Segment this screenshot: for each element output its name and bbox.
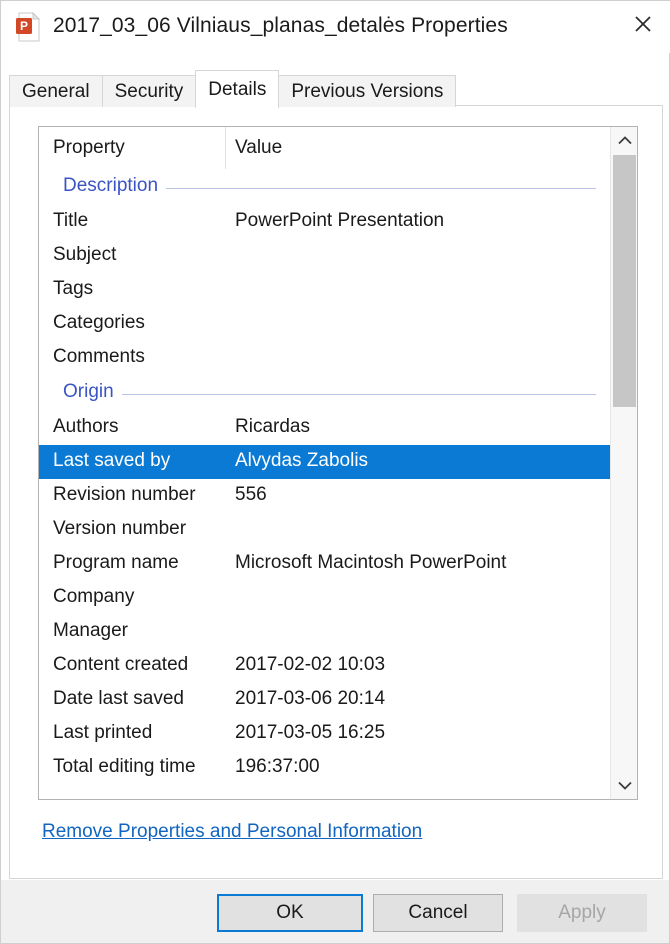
section-label: Origin [63, 381, 122, 403]
property-list-header: Property Value [39, 127, 610, 170]
table-row[interactable]: Manager [39, 615, 610, 649]
powerpoint-file-icon: P [15, 11, 43, 42]
property-name: Total editing time [53, 756, 196, 777]
tab-label: Security [114, 80, 184, 102]
remove-properties-link[interactable]: Remove Properties and Personal Informati… [42, 821, 422, 843]
ok-button[interactable]: OK [217, 894, 363, 932]
property-name: Content created [53, 654, 189, 675]
close-button[interactable] [615, 1, 670, 47]
apply-button: Apply [517, 894, 647, 932]
table-row-selected[interactable]: Last saved by Alvydas Zabolis [39, 445, 610, 479]
close-icon [635, 16, 651, 32]
property-name: Title [53, 210, 89, 231]
column-header-value: Value [235, 137, 283, 158]
title-bar: P 2017_03_06 Vilniaus_planas_detalės Pro… [1, 1, 670, 53]
table-row[interactable]: Title PowerPoint Presentation [39, 205, 610, 239]
table-row[interactable]: Authors Ricardas [39, 411, 610, 445]
vertical-scrollbar[interactable] [610, 127, 637, 799]
property-name: Subject [53, 244, 117, 265]
column-header-property: Property [53, 137, 125, 158]
property-name: Comments [53, 346, 145, 367]
section-label: Description [63, 175, 167, 197]
scrollbar-thumb[interactable] [613, 155, 636, 407]
property-name: Authors [53, 416, 119, 437]
ok-label: OK [276, 902, 304, 923]
section-rule [63, 394, 596, 395]
apply-label: Apply [558, 902, 606, 923]
section-header-origin: Origin [39, 375, 610, 411]
table-row[interactable]: Comments [39, 341, 610, 375]
property-value: 2017-03-05 16:25 [235, 722, 386, 743]
property-name: Tags [53, 278, 94, 299]
tab-label: General [22, 80, 90, 102]
table-row[interactable]: Tags [39, 273, 610, 307]
tab-previous-versions[interactable]: Previous Versions [278, 75, 457, 107]
property-value: Microsoft Macintosh PowerPoint [235, 552, 507, 573]
table-row[interactable]: Revision number 556 [39, 479, 610, 513]
property-value: 2017-02-02 10:03 [235, 654, 386, 675]
scroll-down-button[interactable] [611, 772, 637, 799]
property-list-viewport: Property Value Description Title PowerPo… [39, 127, 610, 799]
table-row[interactable]: Categories [39, 307, 610, 341]
property-name: Date last saved [53, 688, 184, 709]
cancel-label: Cancel [408, 902, 468, 923]
details-tab-panel: Property Value Description Title PowerPo… [9, 105, 663, 879]
property-value: 556 [235, 484, 267, 505]
table-row[interactable]: Company [39, 581, 610, 615]
property-rows: Description Title PowerPoint Presentatio… [39, 169, 610, 785]
dialog-button-bar: OK Cancel Apply [1, 880, 669, 943]
property-value: PowerPoint Presentation [235, 210, 445, 231]
table-row[interactable]: Program name Microsoft Macintosh PowerPo… [39, 547, 610, 581]
svg-text:P: P [20, 19, 28, 33]
table-row[interactable]: Date last saved 2017-03-06 20:14 [39, 683, 610, 717]
property-name: Categories [53, 312, 145, 333]
chevron-up-icon [617, 136, 632, 145]
table-row[interactable]: Content created 2017-02-02 10:03 [39, 649, 610, 683]
property-value: Ricardas [235, 416, 310, 437]
property-value: Alvydas Zabolis [235, 450, 369, 471]
property-name: Version number [53, 518, 187, 539]
property-list[interactable]: Property Value Description Title PowerPo… [38, 126, 638, 800]
cancel-button[interactable]: Cancel [373, 894, 503, 932]
tab-label: Details [208, 78, 267, 100]
table-row[interactable]: Total editing time 196:37:00 [39, 751, 610, 785]
property-value: 2017-03-06 20:14 [235, 688, 386, 709]
table-row[interactable]: Version number [39, 513, 610, 547]
property-name: Company [53, 586, 135, 607]
property-name: Last saved by [53, 450, 171, 471]
scroll-up-button[interactable] [611, 127, 637, 154]
property-name: Last printed [53, 722, 153, 743]
tab-security[interactable]: Security [101, 75, 197, 107]
property-value: 196:37:00 [235, 756, 320, 777]
section-header-description: Description [39, 169, 610, 205]
window-title: 2017_03_06 Vilniaus_planas_detalės Prope… [53, 14, 508, 37]
properties-dialog: P 2017_03_06 Vilniaus_planas_detalės Pro… [0, 0, 670, 944]
tab-general[interactable]: General [9, 75, 103, 107]
property-name: Manager [53, 620, 128, 641]
tab-label: Previous Versions [291, 80, 444, 102]
tab-strip: General Security Details Previous Versio… [9, 70, 663, 108]
column-divider [225, 127, 226, 169]
property-name: Program name [53, 552, 179, 573]
property-name: Revision number [53, 484, 196, 505]
tab-details[interactable]: Details [195, 70, 280, 108]
table-row[interactable]: Subject [39, 239, 610, 273]
chevron-down-icon [617, 781, 632, 790]
table-row[interactable]: Last printed 2017-03-05 16:25 [39, 717, 610, 751]
